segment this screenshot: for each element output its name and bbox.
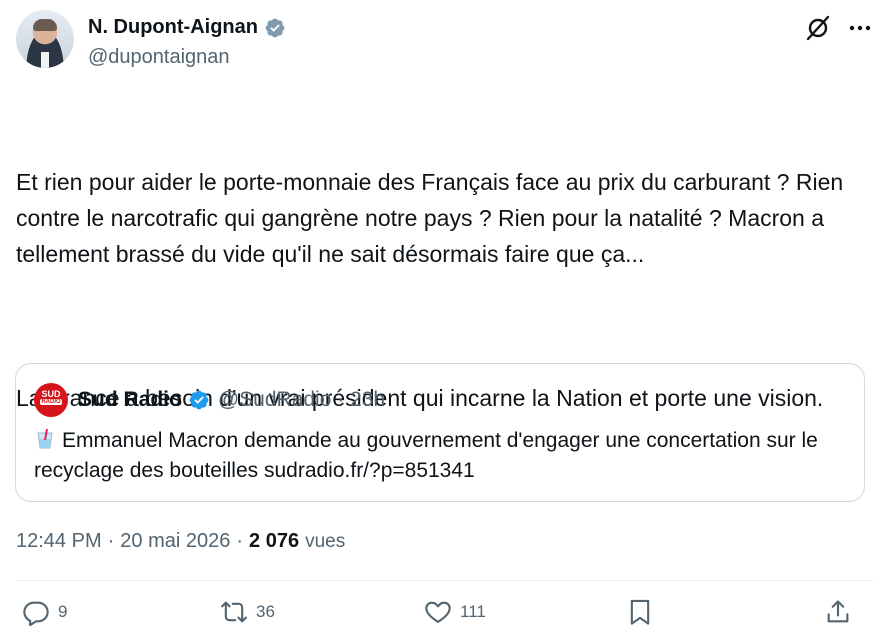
- cup-emoji-icon: [37, 428, 53, 449]
- meta-separator: ·: [107, 530, 115, 552]
- divider: [16, 580, 874, 581]
- author-name-row: N. Dupont-Aignan: [88, 16, 286, 39]
- like-count: 111: [460, 602, 486, 621]
- sud-radio-logo-top: SUD: [41, 389, 61, 399]
- author-handle[interactable]: @dupontaignan: [88, 46, 230, 69]
- more-icon[interactable]: [846, 14, 874, 42]
- views-label: vues: [305, 530, 346, 552]
- retweet-button[interactable]: 36: [220, 598, 275, 626]
- verified-gray-icon: [265, 18, 285, 37]
- bookmark-icon: [630, 599, 650, 625]
- quoted-handle-time[interactable]: @SudRadio · 23h: [218, 388, 385, 412]
- grok-icon[interactable]: [804, 14, 832, 42]
- reply-button[interactable]: 9: [22, 598, 67, 626]
- like-icon: [425, 601, 451, 623]
- reply-count: 9: [58, 602, 68, 621]
- reply-icon: [23, 601, 49, 626]
- retweet-icon: [221, 601, 247, 623]
- avatar-hair: [33, 19, 57, 31]
- tweet-paragraph: Et rien pour aider le porte-monnaie des …: [16, 169, 850, 267]
- author-display-name[interactable]: N. Dupont-Aignan: [88, 16, 258, 39]
- share-icon: [827, 600, 849, 623]
- like-button[interactable]: 111: [424, 598, 486, 626]
- quoted-tweet-text: Emmanuel Macron demande au gouvernement …: [34, 429, 818, 482]
- avatar-collar: [41, 52, 49, 68]
- tweet-meta: 12:44 PM · 20 mai 2026 · 2 076 vues: [16, 530, 345, 553]
- views-count: 2 076: [249, 530, 300, 552]
- sud-radio-logo-bottom: RADIO: [40, 399, 62, 405]
- action-bar: 9 36 111: [16, 598, 874, 634]
- quoted-tweet-header: SUD RADIO Sud Radio @SudRadio · 23h: [34, 383, 385, 417]
- share-button[interactable]: [824, 598, 852, 626]
- tweet-header: N. Dupont-Aignan @dupontaignan: [16, 10, 874, 72]
- meta-separator: ·: [236, 530, 244, 552]
- quoted-tweet[interactable]: SUD RADIO Sud Radio @SudRadio · 23h Emma…: [15, 363, 865, 502]
- retweet-count: 36: [256, 602, 275, 621]
- quoted-tweet-body: Emmanuel Macron demande au gouvernement …: [34, 426, 854, 486]
- tweet-time[interactable]: 12:44 PM: [16, 530, 102, 553]
- tweet-date[interactable]: 20 mai 2026: [120, 530, 230, 553]
- quoted-author-name[interactable]: Sud Radio: [78, 388, 182, 412]
- bookmark-button[interactable]: [626, 598, 654, 626]
- verified-blue-icon: [189, 390, 209, 410]
- sud-radio-avatar[interactable]: SUD RADIO: [34, 383, 68, 417]
- author-avatar[interactable]: [16, 10, 74, 68]
